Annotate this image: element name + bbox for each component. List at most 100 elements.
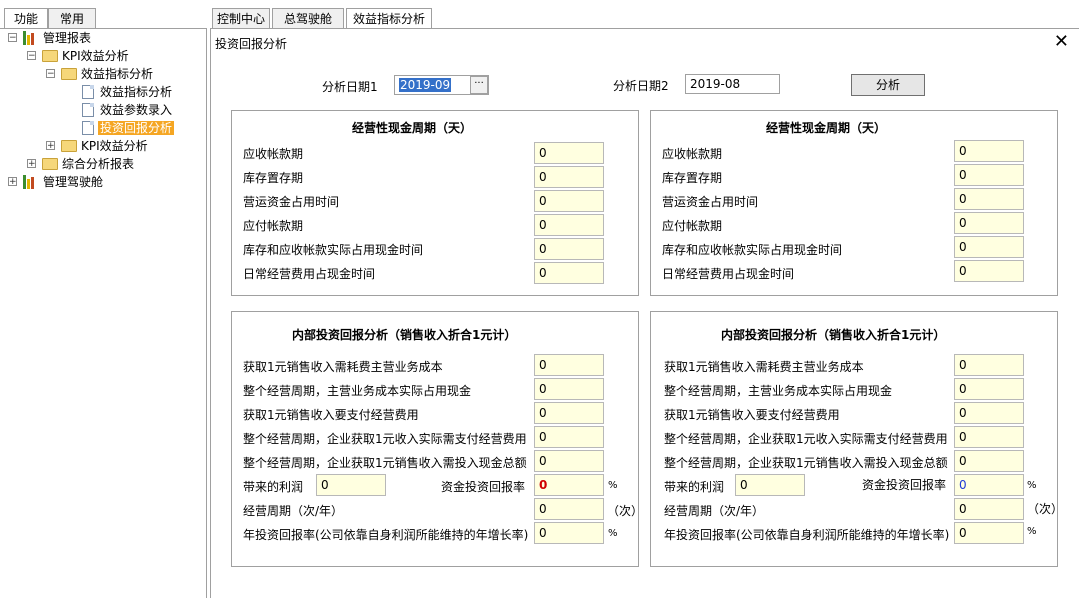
total-cash-investment-field[interactable]: 0 <box>534 450 604 472</box>
profit-label: 带来的利润 <box>243 480 304 494</box>
row-label: 整个经营周期，主营业务成本实际占用现金 <box>664 384 893 398</box>
annual-roi-label: 年投资回报率(公司依靠自身利润所能维持的年增长率) <box>664 528 950 542</box>
capital-roi-field[interactable]: 0 <box>534 474 604 496</box>
profit-label: 带来的利润 <box>664 480 725 494</box>
tab-label: 控制中心 <box>216 12 265 26</box>
total-cash-investment-field[interactable]: 0 <box>954 450 1024 472</box>
cost-cash-occupied-field[interactable]: 0 <box>534 378 604 400</box>
cash-cycle-group-right: 经营性现金周期（天） 应收帐款期 0 库存置存期 0 营运资金占用时间 0 应付… <box>650 110 1058 296</box>
tab-common[interactable]: 常用 <box>48 8 96 28</box>
actual-expense-field[interactable]: 0 <box>534 426 604 448</box>
cycle-field[interactable]: 0 <box>954 498 1024 520</box>
cash-occupied-time-field[interactable]: 0 <box>534 238 604 260</box>
tree-item-combined-reports[interactable]: 综合分析报表 <box>62 155 134 173</box>
inventory-period-field[interactable]: 0 <box>534 166 604 188</box>
folder-open-icon <box>61 68 77 80</box>
payable-period-field[interactable]: 0 <box>954 212 1024 234</box>
report-bars-icon <box>23 31 37 45</box>
row-label: 获取1元销售收入需耗费主营业务成本 <box>664 360 864 374</box>
left-tab-bar: 功能 常用 <box>0 8 210 28</box>
tab-functions-label: 功能 <box>13 12 38 26</box>
cash-cycle-group-left: 经营性现金周期（天） 应收帐款期 0 库存置存期 0 营运资金占用时间 0 应付… <box>231 110 639 296</box>
tab-cockpit[interactable]: 总驾驶舱 <box>272 8 344 28</box>
expense-per-revenue-field[interactable]: 0 <box>954 402 1024 424</box>
times-unit: （次） <box>1027 502 1064 516</box>
annual-roi-field[interactable]: 0 <box>954 522 1024 544</box>
row-label: 库存和应收帐款实际占用现金时间 <box>243 243 424 257</box>
row-label: 整个经营周期，企业获取1元销售收入需投入现金总额 <box>243 456 527 470</box>
tree-item-parameter-entry[interactable]: 效益参数录入 <box>100 101 172 119</box>
collapse-icon[interactable]: − <box>46 69 55 79</box>
percent-unit: % <box>608 528 618 539</box>
annual-roi-field[interactable]: 0 <box>534 522 604 544</box>
tree-label-selected: 投资回报分析 <box>98 121 175 135</box>
profit-field[interactable]: 0 <box>735 474 805 496</box>
expand-icon[interactable]: + <box>46 141 55 151</box>
times-unit: （次） <box>607 504 644 518</box>
profit-field[interactable]: 0 <box>316 474 386 496</box>
tree-item-management-reports[interactable]: 管理报表 <box>43 29 91 47</box>
tree-item-management-cockpit[interactable]: 管理驾驶舱 <box>43 173 103 191</box>
daily-expense-time-field[interactable]: 0 <box>534 262 604 284</box>
row-label: 应付帐款期 <box>662 219 723 233</box>
tab-common-label: 常用 <box>59 12 84 26</box>
group-title: 经营性现金周期（天） <box>766 121 887 135</box>
payable-period-field[interactable]: 0 <box>534 214 604 236</box>
receivable-period-field[interactable]: 0 <box>534 142 604 164</box>
cycle-field[interactable]: 0 <box>534 498 604 520</box>
actual-expense-field[interactable]: 0 <box>954 426 1024 448</box>
percent-unit: % <box>608 480 618 491</box>
percent-unit: % <box>1027 526 1037 537</box>
date2-value: 2019-08 <box>690 77 741 91</box>
roi-group-right: 内部投资回报分析（销售收入折合1元计） 获取1元销售收入需耗费主营业务成本 0 … <box>650 311 1063 567</box>
tab-label: 效益指标分析 <box>352 12 425 26</box>
percent-unit: % <box>1027 480 1037 491</box>
tree-label: KPI效益分析 <box>62 49 129 63</box>
close-icon[interactable]: ✕ <box>1054 31 1069 53</box>
cost-per-revenue-field[interactable]: 0 <box>534 354 604 376</box>
tree-item-roi-analysis[interactable]: 投资回报分析 <box>98 119 175 137</box>
row-label: 整个经营周期，主营业务成本实际占用现金 <box>243 384 472 398</box>
date1-label: 分析日期1 <box>322 80 378 94</box>
row-label: 获取1元销售收入要支付经营费用 <box>664 408 840 422</box>
group-title: 内部投资回报分析（销售收入折合1元计） <box>721 328 946 342</box>
capital-roi-field[interactable]: 0 <box>954 474 1024 496</box>
row-label: 营运资金占用时间 <box>662 195 759 209</box>
tree-label: 效益指标分析 <box>100 85 173 99</box>
expense-per-revenue-field[interactable]: 0 <box>534 402 604 424</box>
expand-icon[interactable]: + <box>27 159 36 169</box>
collapse-icon[interactable]: − <box>8 33 17 43</box>
cost-cash-occupied-field[interactable]: 0 <box>954 378 1024 400</box>
working-capital-time-field[interactable]: 0 <box>534 190 604 212</box>
tree-item-kpi-analysis[interactable]: KPI效益分析 <box>62 47 129 65</box>
receivable-period-field[interactable]: 0 <box>954 140 1024 162</box>
date2-input[interactable]: 2019-08 <box>685 74 780 94</box>
cycle-label: 经营周期（次/年） <box>664 504 765 518</box>
tab-indicator-analysis[interactable]: 效益指标分析 <box>346 8 432 28</box>
row-label: 日常经营费用占现金时间 <box>662 267 795 281</box>
date2-label: 分析日期2 <box>613 79 669 93</box>
navigation-tree: − 管理报表 − KPI效益分析 − 效益指标分析 效益指标分析 效益参数录入 … <box>0 28 207 598</box>
tree-label: 综合分析报表 <box>62 157 135 171</box>
tab-control-center[interactable]: 控制中心 <box>212 8 270 28</box>
roi-analysis-dialog: 投资回报分析 ✕ 分析日期1 2019-09 ··· 分析日期2 2019-08… <box>210 28 1079 598</box>
analyze-button[interactable]: 分析 <box>851 74 925 96</box>
cost-per-revenue-field[interactable]: 0 <box>954 354 1024 376</box>
group-title: 经营性现金周期（天） <box>352 121 473 135</box>
daily-expense-time-field[interactable]: 0 <box>954 260 1024 282</box>
date-picker-button[interactable]: ··· <box>470 76 488 94</box>
row-label: 整个经营周期，企业获取1元收入实际需支付经营费用 <box>664 432 948 446</box>
capital-roi-label: 资金投资回报率 <box>441 480 526 494</box>
row-label: 整个经营周期，企业获取1元销售收入需投入现金总额 <box>664 456 948 470</box>
tree-item-indicator-analysis[interactable]: 效益指标分析 <box>81 65 153 83</box>
inventory-period-field[interactable]: 0 <box>954 164 1024 186</box>
tree-item-kpi-analysis-2[interactable]: KPI效益分析 <box>81 137 148 155</box>
cash-occupied-time-field[interactable]: 0 <box>954 236 1024 258</box>
expand-icon[interactable]: + <box>8 177 17 187</box>
tree-item-indicator-analysis-leaf[interactable]: 效益指标分析 <box>100 83 172 101</box>
working-capital-time-field[interactable]: 0 <box>954 188 1024 210</box>
tab-functions[interactable]: 功能 <box>4 8 48 28</box>
folder-icon <box>42 50 58 62</box>
collapse-icon[interactable]: − <box>27 51 36 61</box>
tree-label: 效益参数录入 <box>100 103 173 117</box>
